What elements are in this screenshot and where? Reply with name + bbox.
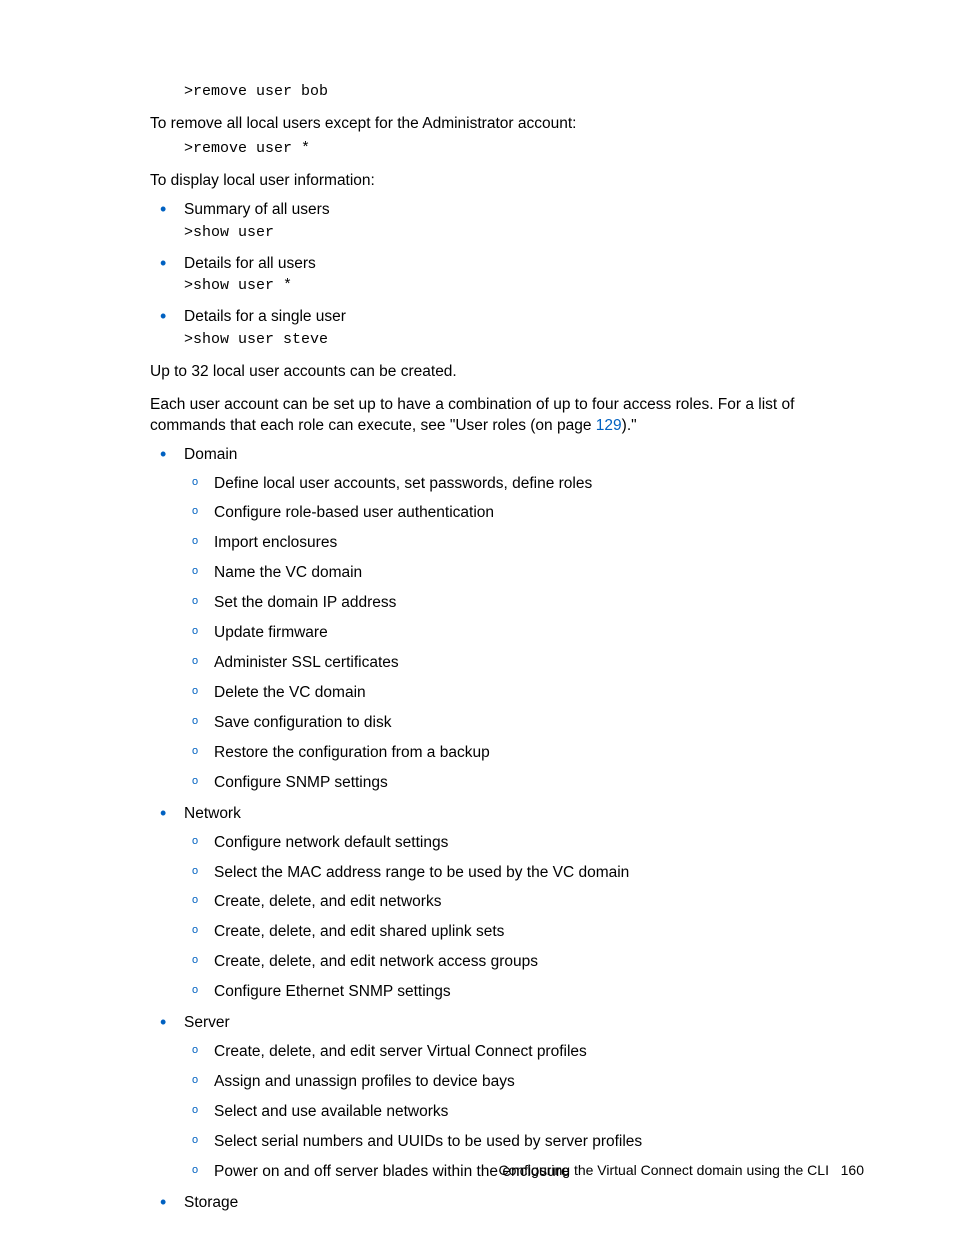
list-item: Details for a single user >show user ste… [150, 307, 864, 350]
sub-item: Name the VC domain [184, 563, 864, 584]
paragraph: To remove all local users except for the… [150, 114, 864, 135]
list-text: Summary of all users [184, 201, 330, 218]
code-line: >show user steve [184, 330, 864, 350]
sub-item: Create, delete, and edit networks [184, 892, 864, 913]
sub-item: Select and use available networks [184, 1102, 864, 1123]
sub-item: Define local user accounts, set password… [184, 474, 864, 495]
sub-item: Restore the configuration from a backup [184, 743, 864, 764]
role-sublist: Configure network default settings Selec… [184, 833, 864, 1004]
display-info-list: Summary of all users >show user Details … [150, 200, 864, 350]
list-text: Details for a single user [184, 308, 346, 325]
list-item: Details for all users >show user * [150, 254, 864, 297]
paragraph: Each user account can be set up to have … [150, 395, 864, 437]
text-fragment: Each user account can be set up to have … [150, 396, 794, 434]
roles-list: Domain Define local user accounts, set p… [150, 445, 864, 1214]
code-line: >show user * [184, 276, 864, 296]
sub-item: Select serial numbers and UUIDs to be us… [184, 1132, 864, 1153]
role-name: Network [184, 805, 241, 822]
paragraph: Up to 32 local user accounts can be crea… [150, 362, 864, 383]
role-item-domain: Domain Define local user accounts, set p… [150, 445, 864, 794]
role-item-storage: Storage [150, 1193, 864, 1214]
role-name: Storage [184, 1194, 238, 1211]
sub-item: Create, delete, and edit server Virtual … [184, 1042, 864, 1063]
paragraph: To display local user information: [150, 171, 864, 192]
role-name: Server [184, 1014, 230, 1031]
page-footer: Configuring the Virtual Connect domain u… [498, 1161, 864, 1180]
sub-item: Save configuration to disk [184, 713, 864, 734]
list-item: Summary of all users >show user [150, 200, 864, 243]
role-item-server: Server Create, delete, and edit server V… [150, 1013, 864, 1183]
role-name: Domain [184, 446, 237, 463]
list-text: Details for all users [184, 255, 316, 272]
sub-item: Configure role-based user authentication [184, 503, 864, 524]
sub-item: Update firmware [184, 623, 864, 644]
footer-text: Configuring the Virtual Connect domain u… [498, 1162, 829, 1178]
sub-item: Administer SSL certificates [184, 653, 864, 674]
sub-item: Import enclosures [184, 533, 864, 554]
sub-item: Assign and unassign profiles to device b… [184, 1072, 864, 1093]
sub-item: Select the MAC address range to be used … [184, 863, 864, 884]
page-number: 160 [841, 1162, 864, 1178]
role-item-network: Network Configure network default settin… [150, 804, 864, 1003]
role-sublist: Define local user accounts, set password… [184, 474, 864, 794]
sub-item: Configure Ethernet SNMP settings [184, 982, 864, 1003]
sub-item: Configure network default settings [184, 833, 864, 854]
page-content: >remove user bob To remove all local use… [0, 0, 954, 1235]
code-line: >remove user * [184, 139, 864, 159]
sub-item: Configure SNMP settings [184, 773, 864, 794]
code-line: >show user [184, 223, 864, 243]
sub-item: Create, delete, and edit shared uplink s… [184, 922, 864, 943]
sub-item: Create, delete, and edit network access … [184, 952, 864, 973]
code-line: >remove user bob [184, 82, 864, 102]
sub-item: Set the domain IP address [184, 593, 864, 614]
text-fragment: )." [622, 417, 637, 434]
page-link[interactable]: 129 [596, 417, 622, 434]
sub-item: Delete the VC domain [184, 683, 864, 704]
